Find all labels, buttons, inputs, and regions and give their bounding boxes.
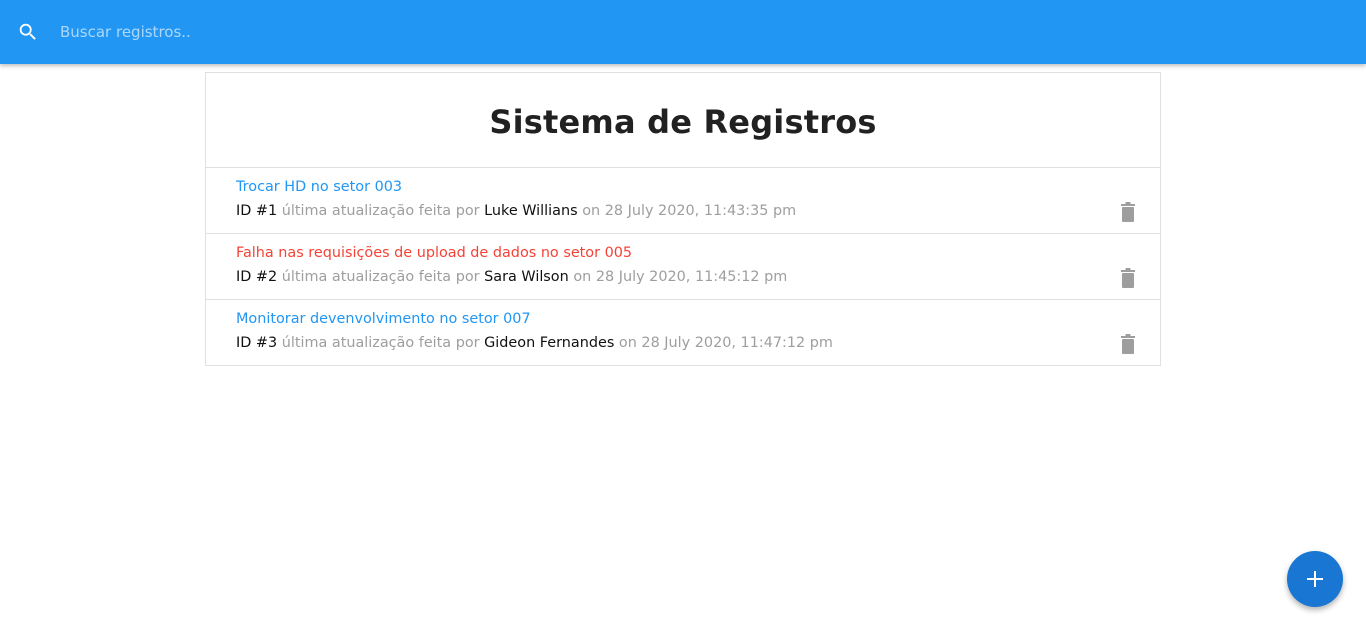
page-title: Sistema de Registros: [206, 73, 1160, 168]
record-title-link[interactable]: Trocar HD no setor 003: [236, 179, 402, 195]
record-item: Falha nas requisições de upload de dados…: [206, 234, 1160, 300]
record-date: on 28 July 2020, 11:45:12 pm: [573, 269, 788, 285]
record-update-text: última atualização feita por: [281, 203, 480, 219]
trash-icon[interactable]: [1120, 202, 1136, 222]
trash-icon[interactable]: [1120, 268, 1136, 288]
record-update-text: última atualização feita por: [281, 335, 480, 351]
add-icon: [1307, 571, 1323, 587]
record-meta: ID #2 última atualização feita por Sara …: [236, 269, 787, 285]
add-record-button[interactable]: [1287, 551, 1343, 607]
top-app-bar: [0, 0, 1366, 64]
record-date: on 28 July 2020, 11:47:12 pm: [618, 335, 833, 351]
record-author: Luke Willians: [484, 203, 578, 219]
record-update-text: última atualização feita por: [281, 269, 480, 285]
record-date: on 28 July 2020, 11:43:35 pm: [582, 203, 797, 219]
trash-icon[interactable]: [1120, 334, 1136, 354]
record-title-link[interactable]: Falha nas requisições de upload de dados…: [236, 245, 632, 261]
record-id: ID #3: [236, 335, 278, 351]
record-author: Gideon Fernandes: [484, 335, 615, 351]
records-card: Sistema de Registros Trocar HD no setor …: [205, 72, 1161, 366]
record-item: Monitorar devenvolvimento no setor 007 I…: [206, 300, 1160, 366]
record-item: Trocar HD no setor 003 ID #1 última atua…: [206, 168, 1160, 234]
record-meta: ID #1 última atualização feita por Luke …: [236, 203, 796, 219]
record-id: ID #2: [236, 269, 278, 285]
record-meta: ID #3 última atualização feita por Gideo…: [236, 335, 833, 351]
record-id: ID #1: [236, 203, 278, 219]
search-input[interactable]: [60, 14, 760, 50]
search-icon[interactable]: [17, 21, 39, 43]
record-author: Sara Wilson: [484, 269, 569, 285]
record-title-link[interactable]: Monitorar devenvolvimento no setor 007: [236, 311, 531, 327]
